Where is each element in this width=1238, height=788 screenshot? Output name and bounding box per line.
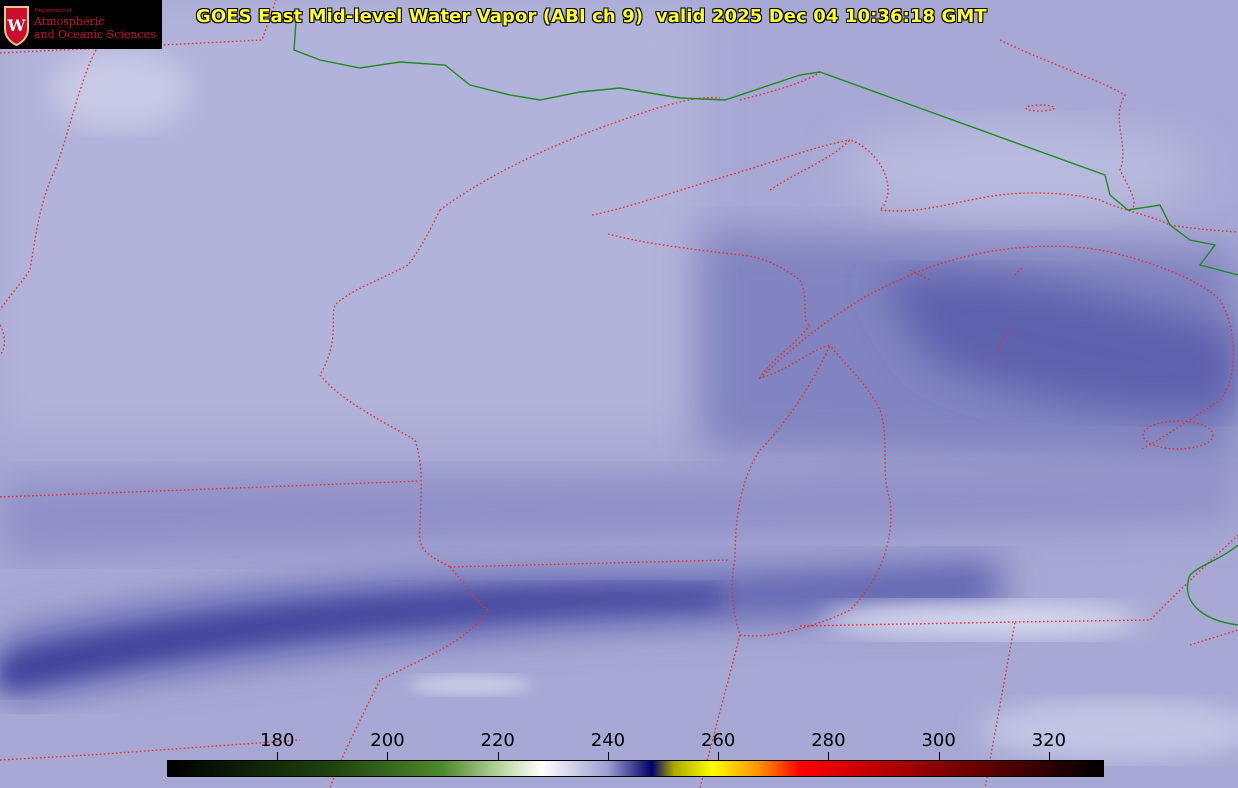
colorbar-tick-mark: [497, 752, 499, 760]
uw-crest-icon: W: [4, 6, 29, 46]
satellite-image-viewer: W Department of Atmospheric and Oceanic …: [0, 0, 1238, 788]
colorbar-tick-mark: [938, 752, 940, 760]
crest-letter: W: [7, 16, 27, 35]
colorbar: [167, 760, 1104, 777]
logo-line2: and Oceanic Sciences: [34, 28, 156, 41]
colorbar-tick-mark: [607, 752, 609, 760]
colorbar-tick-mark: [1048, 752, 1050, 760]
colorbar-tick-label: 240: [590, 730, 626, 751]
colorbar-tick-label: 320: [1031, 730, 1067, 751]
colorbar-tick-label: 180: [260, 730, 295, 751]
water-vapor-map: [0, 0, 1238, 788]
image-title: GOES East Mid-level Water Vapor (ABI ch …: [196, 6, 987, 27]
aos-logo: W Department of Atmospheric and Oceanic …: [0, 0, 162, 49]
colorbar-tick-label: 300: [921, 730, 956, 751]
logo-line1: Atmospheric: [34, 15, 105, 28]
colorbar-tick-label: 260: [700, 730, 736, 751]
logo-department: Department of: [35, 8, 72, 14]
colorbar-tick-mark: [387, 752, 389, 760]
colorbar-tick-label: 200: [370, 730, 405, 751]
colorbar-tick-label: 280: [811, 730, 846, 751]
colorbar-tick-mark: [718, 752, 720, 760]
colorbar-tick-mark: [277, 752, 279, 760]
colorbar-tick-mark: [828, 752, 830, 760]
colorbar-tick-label: 220: [480, 730, 515, 751]
